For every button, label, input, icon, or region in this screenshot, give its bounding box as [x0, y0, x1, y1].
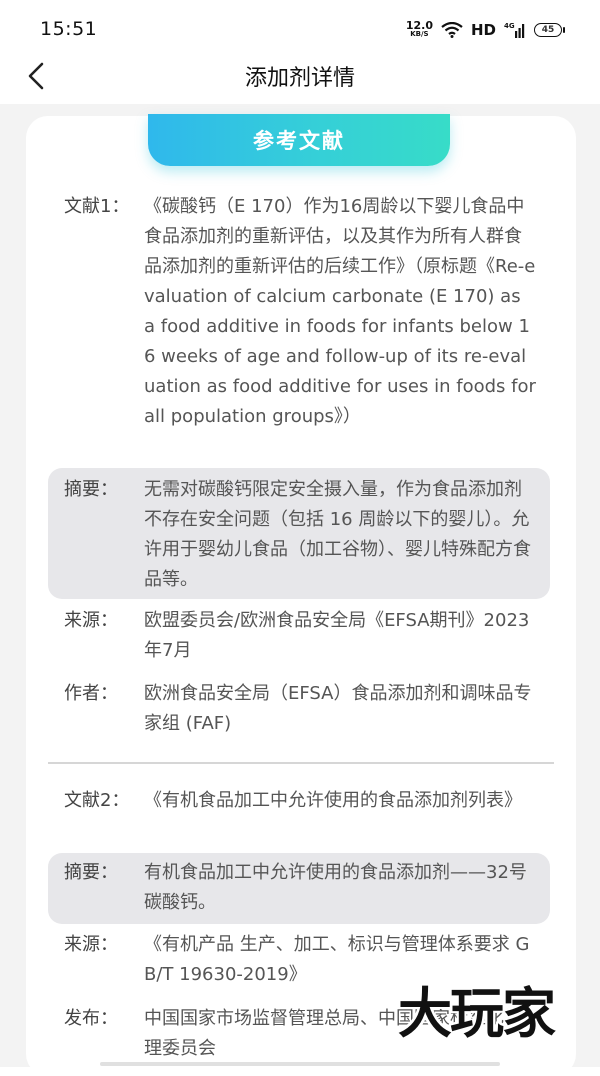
reference-1-source: 欧盟委员会/欧洲食品安全局《EFSA期刊》2023年7月 — [144, 610, 530, 661]
reference-1-source-label: 来源： — [64, 610, 118, 631]
reference-2-summary-label: 摘要： — [64, 862, 118, 883]
nav-bar: 添加剂详情 — [0, 50, 600, 102]
status-time: 15:51 — [40, 18, 98, 40]
reference-1-author: 欧洲食品安全局（EFSA）食品添加剂和调味品专家组 (FAF) — [144, 683, 532, 734]
reference-divider — [48, 762, 554, 764]
wifi-icon — [441, 22, 463, 38]
svg-text:4G: 4G — [504, 22, 515, 30]
page-title: 添加剂详情 — [244, 66, 355, 91]
battery-level: 45 — [541, 25, 555, 35]
reference-1-title-row: 文献1： 《碳酸钙（E 170）作为16周龄以下婴儿食品中食品添加剂的重新评估，… — [64, 192, 544, 462]
section-title: 参考文献 — [253, 129, 345, 153]
reference-1-author-row: 作者： 欧洲食品安全局（EFSA）食品添加剂和调味品专家组 (FAF) — [64, 679, 544, 739]
reference-1-author-label: 作者： — [64, 683, 118, 704]
network-speed: 12.0 KB/S — [405, 19, 433, 39]
network-speed-unit: KB/S — [410, 30, 429, 38]
section-header-references: 参考文献 — [148, 114, 450, 166]
reference-2-title-row: 文献2： 《有机食品加工中允许使用的食品添加剂列表》 — [64, 786, 544, 846]
reference-2-title: 《有机食品加工中允许使用的食品添加剂列表》 — [144, 790, 522, 811]
reference-1-source-row: 来源： 欧盟委员会/欧洲食品安全局《EFSA期刊》2023年7月 — [64, 606, 544, 666]
signal-icon: 4G — [504, 22, 526, 38]
battery-icon: 45 — [534, 23, 565, 37]
status-icons: 12.0 KB/S HD 4G 45 — [405, 18, 565, 42]
reference-2-summary: 有机食品加工中允许使用的食品添加剂——32号 碳酸钙。 — [144, 862, 527, 913]
reference-1-summary: 无需对碳酸钙限定安全摄入量，作为食品添加剂不存在安全问题（包括 16 周龄以下的… — [144, 479, 531, 590]
reference-2-publisher-label: 发布： — [64, 1008, 118, 1029]
network-speed-value: 12.0 — [405, 19, 433, 32]
reference-1-summary-row: 摘要： 无需对碳酸钙限定安全摄入量，作为食品添加剂不存在安全问题（包括 16 周… — [64, 475, 544, 595]
reference-2-source-label: 来源： — [64, 934, 118, 955]
hd-label: HD — [470, 21, 496, 39]
reference-2-summary-row: 摘要： 有机食品加工中允许使用的食品添加剂——32号 碳酸钙。 — [64, 858, 544, 918]
reference-2-label: 文献2： — [64, 790, 130, 811]
reference-1-title: 《碳酸钙（E 170）作为16周龄以下婴儿食品中食品添加剂的重新评估，以及其作为… — [144, 196, 536, 427]
watermark-logo: 大玩家 — [398, 981, 556, 1045]
reference-1-summary-label: 摘要： — [64, 479, 118, 500]
reference-1-label: 文献1： — [64, 196, 130, 217]
scroll-indicator — [100, 1062, 500, 1066]
status-bar: 15:51 12.0 KB/S HD 4G 45 — [0, 0, 600, 56]
